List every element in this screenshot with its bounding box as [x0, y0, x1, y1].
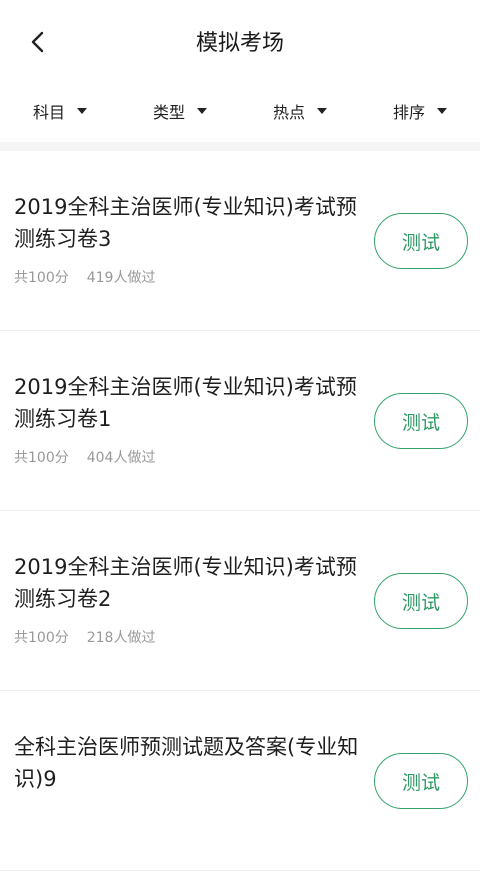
- exam-title: 全科主治医师预测试题及答案(专业知识)9: [14, 735, 359, 791]
- filter-label: 热点: [272, 103, 305, 122]
- test-button[interactable]: 测试: [374, 573, 468, 629]
- exam-title: 2019全科主治医师(专业知识)考试预测练习卷3: [14, 195, 357, 251]
- list-item[interactable]: 2019全科主治医师(专业知识)考试预测练习卷1 共100分 404人做过 测试: [0, 331, 480, 511]
- filter-subject[interactable]: 科目: [0, 88, 120, 134]
- header: 模拟考场: [0, 0, 480, 88]
- filter-label: 排序: [392, 103, 425, 122]
- filter-type[interactable]: 类型: [120, 88, 240, 134]
- exam-count: 404人做过: [86, 450, 156, 466]
- exam-score: 共100分: [14, 270, 69, 286]
- filter-hot[interactable]: 热点: [240, 88, 360, 134]
- exam-meta: [14, 807, 32, 823]
- caret-down-icon: [197, 108, 207, 114]
- exam-score: 共100分: [14, 450, 69, 466]
- test-button[interactable]: 测试: [374, 753, 468, 809]
- filter-sort[interactable]: 排序: [360, 88, 480, 134]
- exam-count: 218人做过: [86, 630, 156, 646]
- exam-list: 2019全科主治医师(专业知识)考试预测练习卷3 共100分 419人做过 测试 …: [0, 151, 480, 871]
- test-button[interactable]: 测试: [374, 393, 468, 449]
- filter-label: 科目: [32, 103, 65, 122]
- exam-meta: 共100分 404人做过: [14, 447, 155, 467]
- exam-meta: 共100分 419人做过: [14, 267, 155, 287]
- caret-down-icon: [77, 108, 87, 114]
- exam-title: 2019全科主治医师(专业知识)考试预测练习卷1: [14, 375, 357, 431]
- list-item[interactable]: 2019全科主治医师(专业知识)考试预测练习卷3 共100分 419人做过 测试: [0, 151, 480, 331]
- exam-title: 2019全科主治医师(专业知识)考试预测练习卷2: [14, 555, 357, 611]
- section-divider: [0, 142, 480, 151]
- test-button[interactable]: 测试: [374, 213, 468, 269]
- exam-meta: 共100分 218人做过: [14, 627, 155, 647]
- filter-label: 类型: [152, 103, 185, 122]
- page-title: 模拟考场: [195, 31, 284, 56]
- filter-bar: 科目 类型 热点 排序: [0, 88, 480, 134]
- caret-down-icon: [437, 108, 447, 114]
- exam-count: 419人做过: [86, 270, 156, 286]
- list-item[interactable]: 2019全科主治医师(专业知识)考试预测练习卷2 共100分 218人做过 测试: [0, 511, 480, 691]
- caret-down-icon: [317, 108, 327, 114]
- list-item[interactable]: 全科主治医师预测试题及答案(专业知识)9 测试: [0, 691, 480, 871]
- exam-score: 共100分: [14, 630, 69, 646]
